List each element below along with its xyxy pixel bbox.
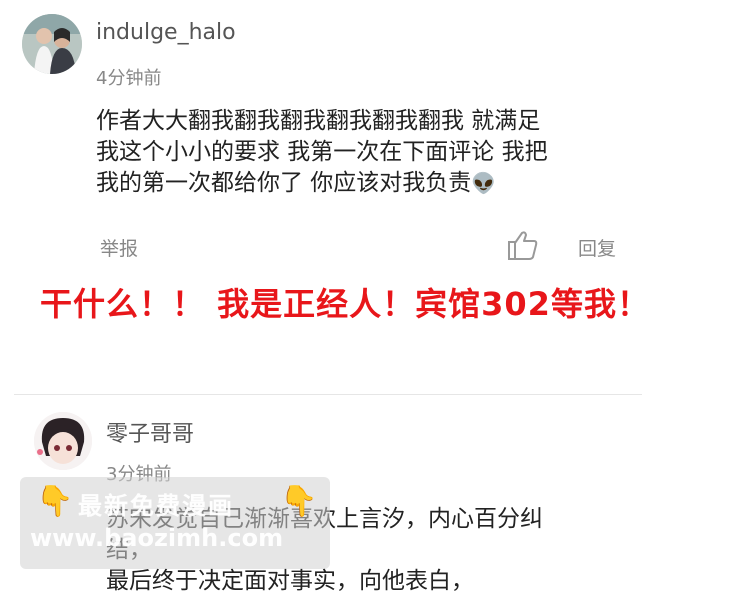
comment-line: 我这个小小的要求 我第一次在下面评论 我把 [96,139,548,165]
comment-username[interactable]: 零子哥哥 [106,416,194,448]
alien-emoji-icon: 👽 [471,171,497,195]
comment-time: 4分钟前 [96,68,162,89]
avatar-anime-picture [34,412,92,470]
comment-line-text: 我的第一次都给你了 你应该对我负责 [96,170,472,196]
thumbs-up-icon[interactable] [506,229,540,261]
comment-line: 最后终于决定面对事实，向他表白， [106,568,474,594]
reply-button[interactable]: 回复 [578,234,616,261]
pointing-down-hand-icon: 👇 [280,484,318,519]
comment-username[interactable]: indulge_halo [96,20,236,45]
user-avatar[interactable] [22,14,82,74]
watermark-url: www.baozimh.com [30,524,284,552]
red-caption-text: 干什么！！ 我是正经人！宾馆302等我！ [40,285,650,323]
pointing-down-hand-icon: 👇 [36,484,74,519]
comment-divider [14,394,642,395]
watermark-title: 最新免费漫画 [78,492,234,520]
comment-line: 作者大大翻我翻我翻我翻我翻我翻我 就满足 [96,108,541,134]
comment-line: 我的第一次都给你了 你应该对我负责👽 [96,168,548,199]
report-button[interactable]: 举报 [100,234,138,261]
user-avatar[interactable] [34,412,92,470]
avatar-photo [22,14,82,74]
comment-body: 作者大大翻我翻我翻我翻我翻我翻我 就满足 我这个小小的要求 我第一次在下面评论 … [96,106,548,199]
